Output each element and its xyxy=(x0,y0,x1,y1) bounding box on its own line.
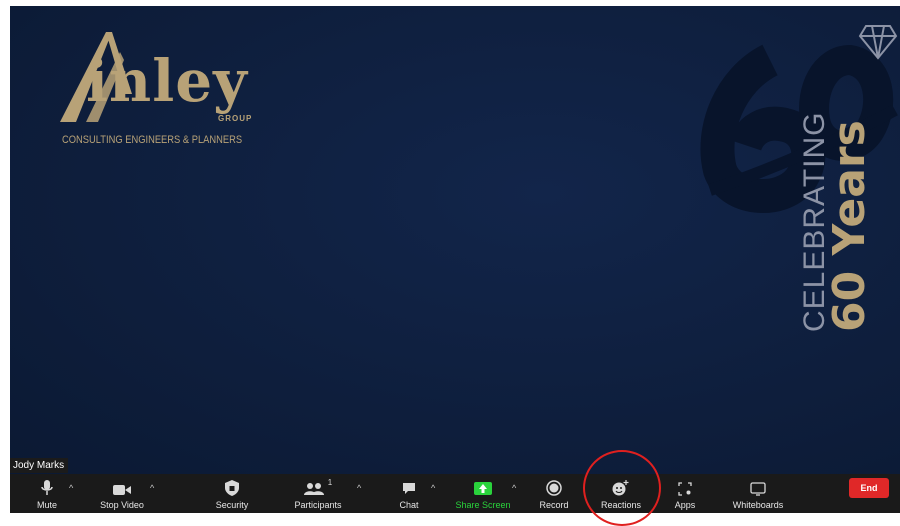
apps-button[interactable]: Apps xyxy=(671,474,699,513)
participants-icon xyxy=(303,483,324,495)
reactions-highlight-circle xyxy=(583,450,661,526)
share-screen-icon xyxy=(474,482,492,495)
logo-group: GROUP xyxy=(218,114,253,123)
sixty-years-text: 60 Years xyxy=(824,120,875,332)
share-screen-label: Share Screen xyxy=(455,500,511,510)
record-button[interactable]: Record xyxy=(536,474,572,513)
security-button[interactable]: Security xyxy=(212,474,252,513)
logo-tagline: CONSULTING ENGINEERS & PLANNERS xyxy=(62,134,243,146)
stop-video-button[interactable]: Stop Video xyxy=(92,474,152,513)
chat-label: Chat xyxy=(399,500,419,510)
mute-button[interactable]: Mute xyxy=(32,474,62,513)
apps-label: Apps xyxy=(674,500,696,510)
video-options-chevron-up-icon[interactable]: ^ xyxy=(150,483,154,493)
end-meeting-button[interactable]: End xyxy=(849,478,889,498)
chat-button[interactable]: Chat xyxy=(394,474,424,513)
mute-label: Mute xyxy=(36,500,57,510)
mute-options-chevron-up-icon[interactable]: ^ xyxy=(69,483,73,493)
security-label: Security xyxy=(215,500,249,510)
meeting-window: inley GROUP CONSULTING ENGINEERS & PLANN… xyxy=(10,6,900,513)
meeting-toolbar: Mute ^ Stop Video ^ Security 1 Participa… xyxy=(10,474,900,513)
participant-name-tag: Jody Marks xyxy=(10,458,69,473)
share-options-chevron-up-icon[interactable]: ^ xyxy=(512,483,516,493)
video-feed: inley GROUP CONSULTING ENGINEERS & PLANN… xyxy=(10,6,900,474)
apps-icon xyxy=(678,482,692,496)
chat-bubble-icon xyxy=(403,483,415,494)
record-icon xyxy=(546,480,562,496)
whiteboards-label: Whiteboards xyxy=(732,500,784,510)
participants-button[interactable]: 1 Participants xyxy=(290,474,346,513)
chat-options-chevron-up-icon[interactable]: ^ xyxy=(431,483,435,493)
microphone-icon xyxy=(41,480,53,495)
shield-icon xyxy=(225,480,239,496)
record-label: Record xyxy=(539,500,569,510)
stop-video-label: Stop Video xyxy=(100,500,144,510)
whiteboards-button[interactable]: Whiteboards xyxy=(727,474,789,513)
participants-options-chevron-up-icon[interactable]: ^ xyxy=(357,483,361,493)
participants-label: Participants xyxy=(294,500,342,510)
share-screen-button[interactable]: Share Screen xyxy=(451,474,515,513)
video-camera-icon xyxy=(113,485,131,495)
participants-count: 1 xyxy=(327,478,333,487)
logo-word: inley xyxy=(86,47,248,115)
whiteboard-icon xyxy=(750,482,766,496)
